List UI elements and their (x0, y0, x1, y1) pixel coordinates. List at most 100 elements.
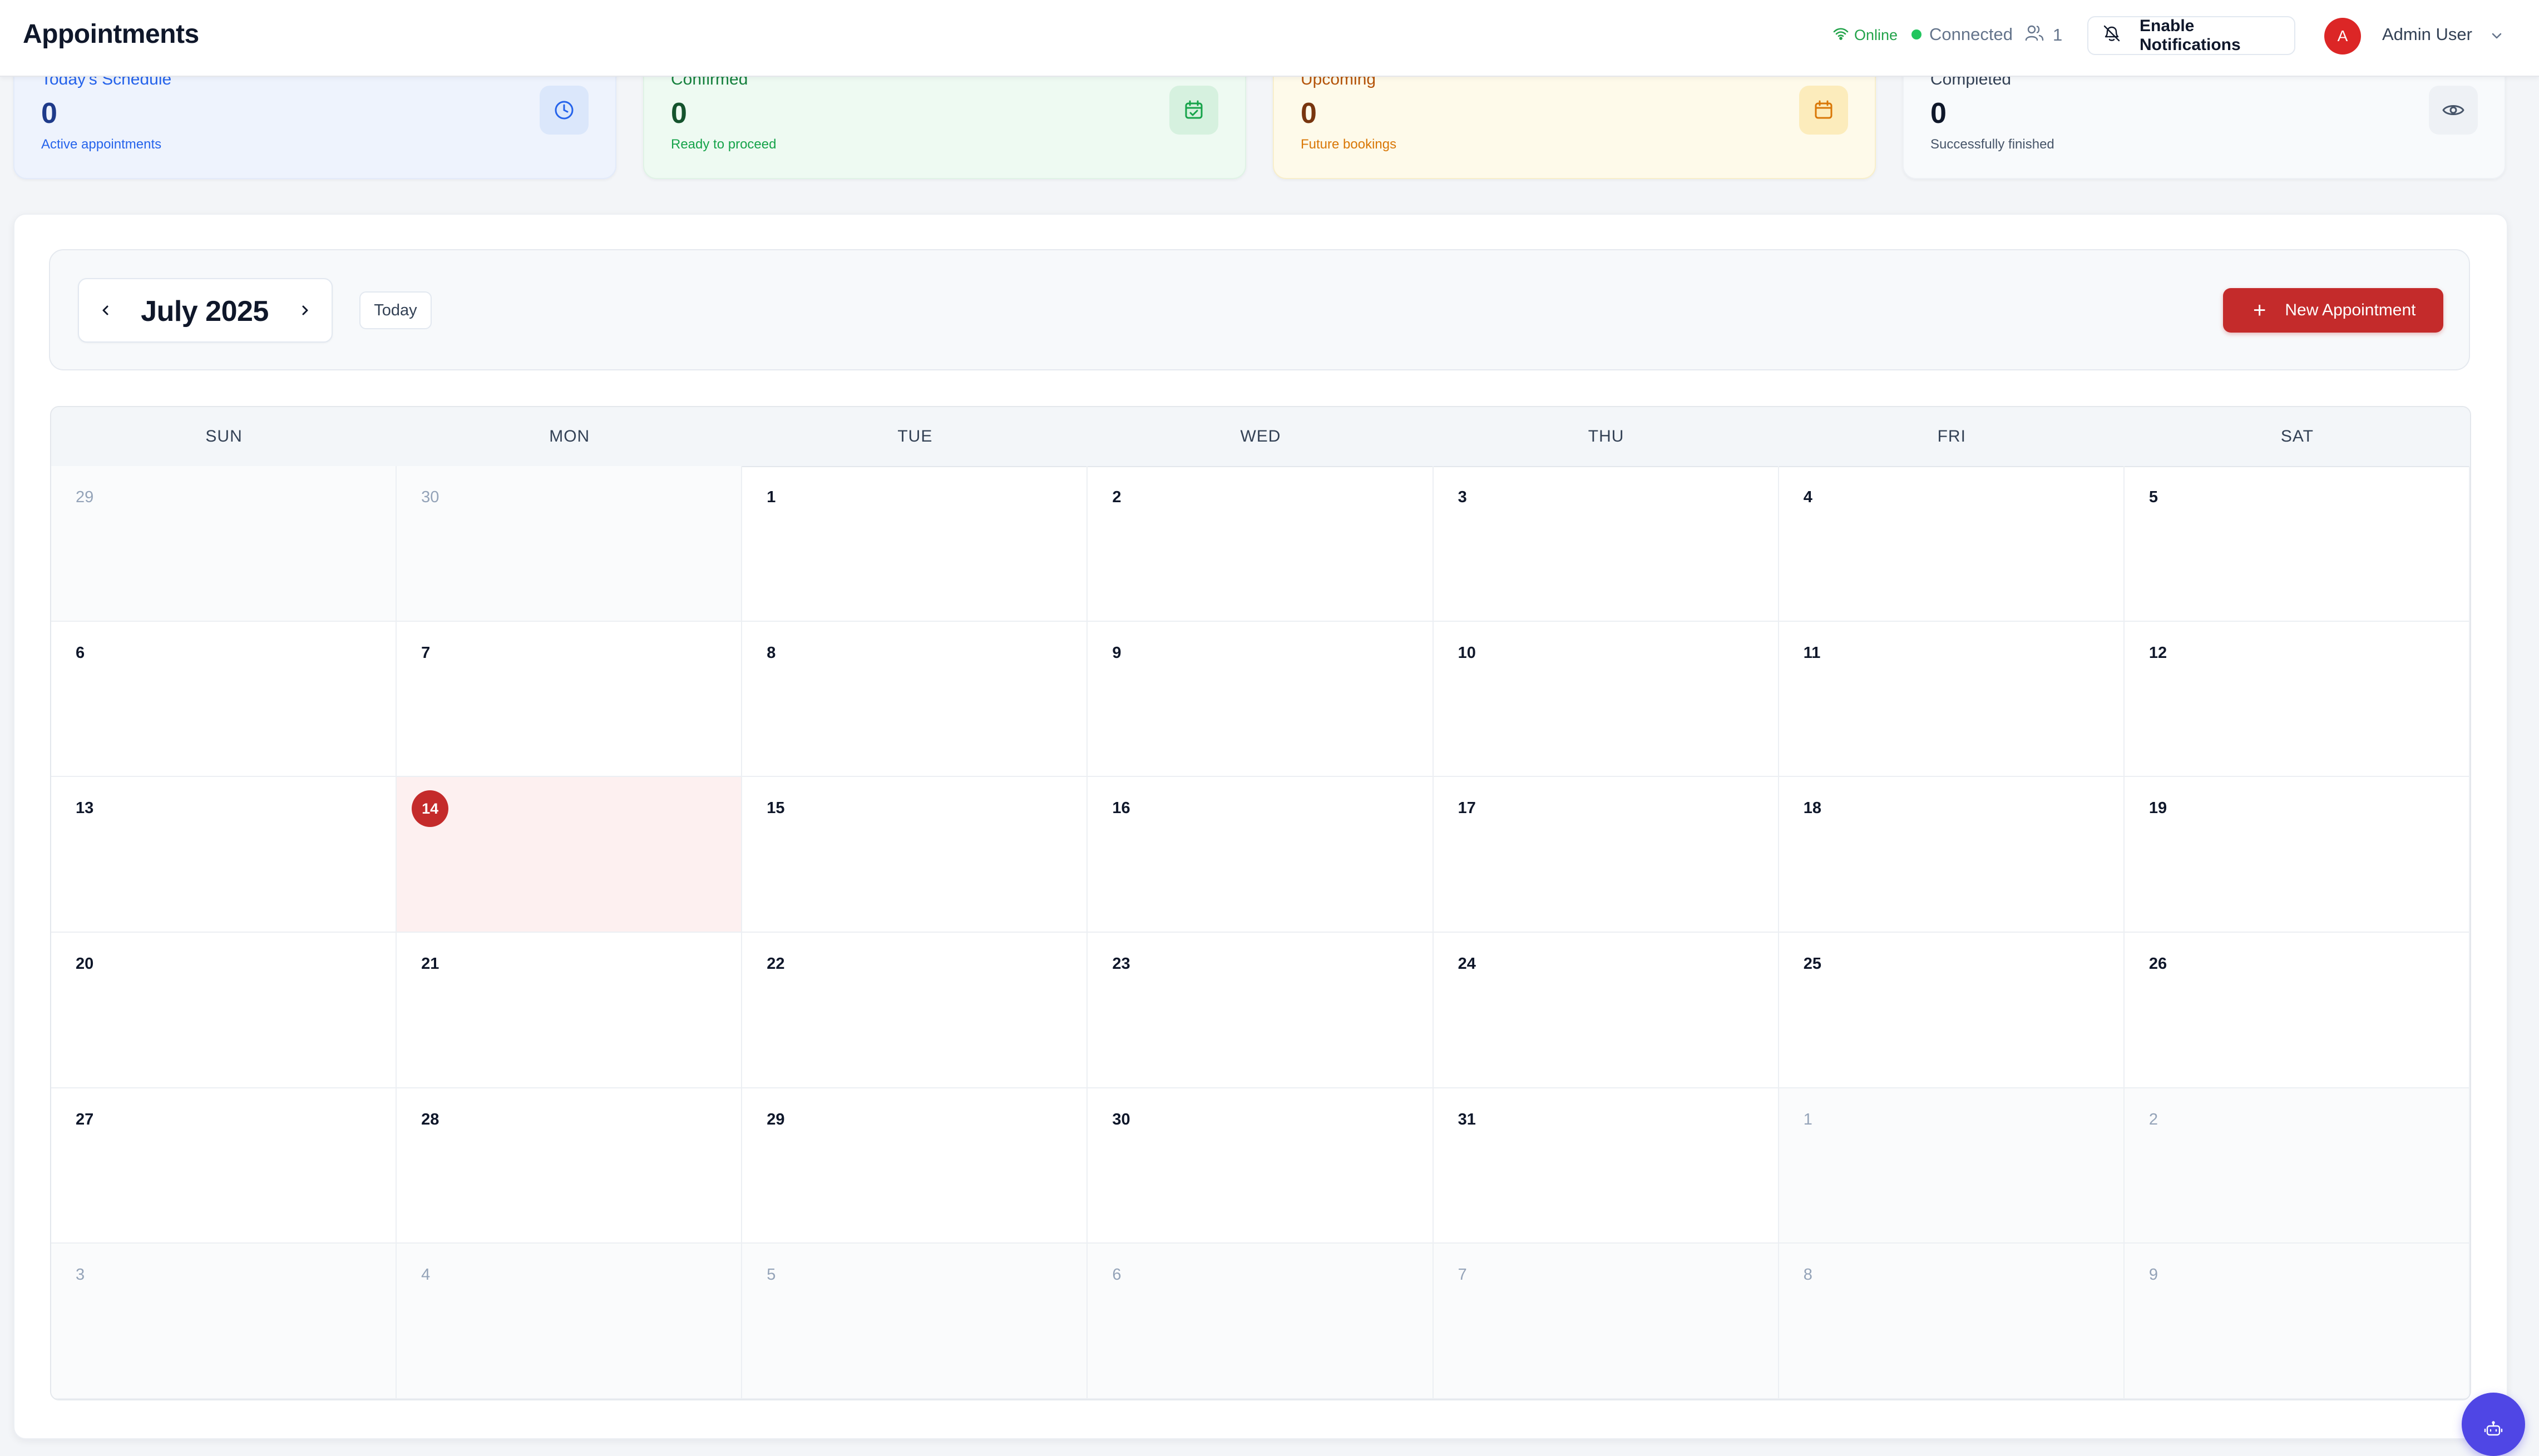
day-cell[interactable]: 6 (51, 621, 397, 777)
day-cell[interactable]: 30 (397, 466, 743, 622)
day-number: 30 (1112, 1110, 1130, 1128)
avatar[interactable]: A (2324, 18, 2361, 55)
day-number: 17 (1458, 799, 1476, 818)
day-cell[interactable]: 26 (2124, 933, 2470, 1088)
day-cell[interactable]: 8 (1779, 1244, 2125, 1399)
day-number: 15 (767, 799, 785, 818)
weekday-label: THU (1588, 427, 1624, 445)
day-number: 8 (767, 643, 776, 662)
chevron-down-icon[interactable] (2489, 28, 2505, 46)
day-cell[interactable]: 6 (1088, 1244, 1434, 1399)
day-cell[interactable]: 1 (1779, 1088, 2125, 1244)
day-cell-today[interactable]: 14 (397, 777, 743, 933)
day-cell[interactable]: 12 (2124, 621, 2470, 777)
top-header: Appointments Online Connected 1 Enable N… (0, 0, 2539, 77)
day-cell[interactable]: 3 (1433, 466, 1779, 622)
stat-value: 0 (1930, 97, 1947, 130)
day-cell[interactable]: 28 (397, 1088, 743, 1244)
bot-icon (2484, 1421, 2503, 1436)
day-cell[interactable]: 17 (1433, 777, 1779, 933)
online-label: Online (1854, 27, 1898, 43)
day-cell[interactable]: 5 (742, 1244, 1088, 1399)
day-number: 22 (767, 955, 785, 973)
active-users: 1 (2025, 24, 2062, 46)
day-cell[interactable]: 3 (51, 1244, 397, 1399)
user-name[interactable]: Admin User (2382, 24, 2472, 44)
day-cell[interactable]: 23 (1088, 933, 1434, 1088)
day-cell[interactable]: 2 (1088, 466, 1434, 622)
stat-subtitle: Active appointments (41, 137, 162, 152)
day-number: 10 (1458, 643, 1476, 662)
enable-notifications-label: Enable Notifications (2140, 17, 2241, 54)
page-title: Appointments (23, 19, 199, 49)
day-number: 5 (767, 1266, 776, 1284)
month-calendar-grid: SUN MON TUE WED THU FRI SAT 29 30 1 2 3 4 5 6 7 8 9 10 11 1… (50, 406, 2471, 1400)
weekday-label: FRI (1937, 427, 1966, 445)
day-cell[interactable]: 16 (1088, 777, 1434, 933)
weekday-header-row: SUN MON TUE WED THU FRI SAT (51, 407, 2470, 467)
day-cell[interactable]: 9 (1088, 621, 1434, 777)
weekday-label: WED (1240, 427, 1281, 445)
day-cell[interactable]: 4 (1779, 466, 2125, 622)
day-cell[interactable]: 13 (51, 777, 397, 933)
stat-subtitle: Successfully finished (1930, 137, 2054, 152)
day-cell[interactable]: 18 (1779, 777, 2125, 933)
day-number: 2 (2148, 1110, 2158, 1128)
stat-value: 0 (671, 97, 687, 130)
day-cell[interactable]: 31 (1433, 1088, 1779, 1244)
day-cell[interactable]: 8 (742, 621, 1088, 777)
calendar-check-icon (1169, 86, 1218, 135)
day-cell[interactable]: 25 (1779, 933, 2125, 1088)
day-number: 30 (421, 488, 439, 506)
day-number: 25 (1803, 955, 1821, 973)
connected-dot-icon (1911, 29, 1921, 39)
day-number: 18 (1803, 799, 1821, 818)
weekday-label: SAT (2280, 427, 2314, 445)
day-cell[interactable]: 30 (1088, 1088, 1434, 1244)
day-cell[interactable]: 1 (742, 466, 1088, 622)
day-number: 6 (76, 643, 85, 662)
day-cell[interactable]: 21 (397, 933, 743, 1088)
day-number: 16 (1112, 799, 1130, 818)
day-cell[interactable]: 19 (2124, 777, 2470, 933)
wifi-icon (1833, 27, 1849, 44)
day-number: 7 (1458, 1266, 1467, 1284)
new-appointment-button[interactable]: + New Appointment (2223, 288, 2443, 333)
day-cell[interactable]: 10 (1433, 621, 1779, 777)
connection-status: Connected (1911, 24, 2013, 44)
day-cell[interactable]: 20 (51, 933, 397, 1088)
today-button[interactable]: Today (359, 291, 432, 329)
today-date-badge: 14 (412, 790, 449, 828)
day-cell[interactable]: 29 (742, 1088, 1088, 1244)
day-cell[interactable]: 24 (1433, 933, 1779, 1088)
day-number: 12 (2148, 643, 2167, 662)
day-cell[interactable]: 22 (742, 933, 1088, 1088)
day-cell[interactable]: 4 (397, 1244, 743, 1399)
day-cell[interactable]: 7 (1433, 1244, 1779, 1399)
day-number: 3 (76, 1266, 85, 1284)
day-cell[interactable]: 7 (397, 621, 743, 777)
day-number: 8 (1803, 1266, 1812, 1284)
stat-value: 0 (41, 97, 57, 130)
chevron-right-icon (302, 305, 308, 315)
day-cell[interactable]: 29 (51, 466, 397, 622)
weekday-label: MON (549, 427, 590, 445)
day-cell[interactable]: 27 (51, 1088, 397, 1244)
day-number: 5 (2148, 488, 2158, 506)
day-cell[interactable]: 15 (742, 777, 1088, 933)
new-appointment-label: New Appointment (2285, 301, 2416, 319)
next-month-button[interactable] (294, 299, 316, 321)
day-cell[interactable]: 5 (2124, 466, 2470, 622)
day-number: 2 (1112, 488, 1122, 506)
day-number: 27 (76, 1110, 94, 1128)
enable-notifications-button[interactable]: Enable Notifications (2087, 16, 2295, 55)
day-number: 4 (421, 1266, 431, 1284)
users-icon (2025, 24, 2044, 46)
day-number: 24 (1458, 955, 1476, 973)
day-cell[interactable]: 9 (2124, 1244, 2470, 1399)
day-cell[interactable]: 2 (2124, 1088, 2470, 1244)
day-cell[interactable]: 11 (1779, 621, 2125, 777)
eye-icon (2429, 86, 2478, 135)
day-number: 1 (1803, 1110, 1812, 1128)
assistant-fab-button[interactable] (2462, 1393, 2525, 1456)
